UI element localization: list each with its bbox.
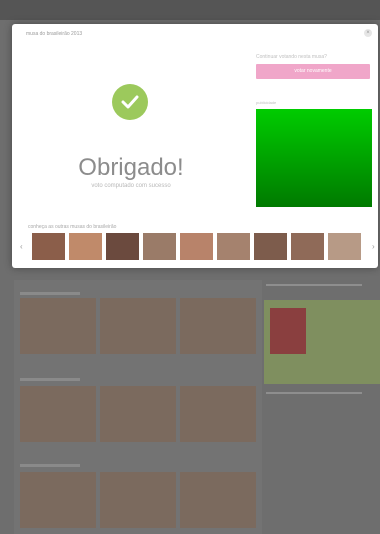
carousel-thumbnail[interactable] (69, 233, 102, 260)
check-icon (112, 84, 148, 120)
background-section-heading (20, 378, 80, 381)
carousel-thumbnail[interactable] (106, 233, 139, 260)
ad-label: publicidade (256, 100, 277, 105)
background-photo (20, 472, 96, 528)
strip-prev-arrow[interactable]: ‹ (20, 242, 23, 251)
muses-carousel (32, 233, 368, 261)
modal-title: musa do brasileirão 2013 (26, 31, 83, 37)
background-topbar (0, 0, 380, 20)
background-photo (100, 472, 176, 528)
background-side-text (266, 284, 362, 286)
background-photo (180, 386, 256, 442)
background-ad-shirt (270, 308, 306, 354)
carousel-thumbnail[interactable] (32, 233, 65, 260)
vote-again-button[interactable]: votar novamente (256, 64, 370, 79)
background-photo (20, 386, 96, 442)
carousel-thumbnail[interactable] (291, 233, 324, 260)
thanks-subtitle: voto computado com sucesso (91, 183, 171, 189)
thanks-title: Obrigado! (78, 154, 184, 181)
background-side-text (266, 392, 362, 394)
background-photo (180, 472, 256, 528)
carousel-thumbnail[interactable] (217, 233, 250, 260)
carousel-thumbnail[interactable] (180, 233, 213, 260)
close-button[interactable]: × (364, 29, 372, 37)
background-photo (20, 298, 96, 354)
carousel-thumbnail[interactable] (328, 233, 361, 260)
background-section-heading (20, 292, 80, 295)
vote-confirmation-modal: musa do brasileirão 2013 × Obrigado! vot… (12, 24, 378, 268)
carousel-thumbnail[interactable] (254, 233, 287, 260)
carousel-thumbnail[interactable] (143, 233, 176, 260)
background-photo (100, 298, 176, 354)
advertisement-banner[interactable] (256, 109, 372, 207)
background-photo (100, 386, 176, 442)
continue-voting-label: Continuar votando nesta musa? (256, 54, 327, 60)
strip-next-arrow[interactable]: › (372, 242, 375, 251)
background-photo (180, 298, 256, 354)
other-muses-label: conheça as outras musas do brasileirão (28, 224, 117, 230)
background-section-heading (20, 464, 80, 467)
